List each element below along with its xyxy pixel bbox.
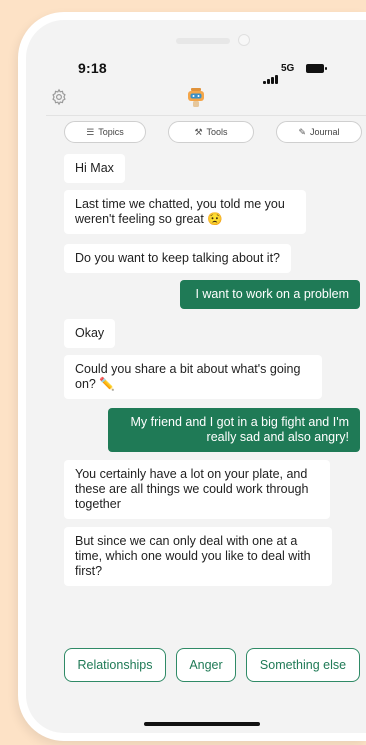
phone-frame: 9:18 5G ☰ Topics ⚒ Tools ✎ Journal Hi Ma… xyxy=(18,12,366,741)
app-screen: 9:18 5G ☰ Topics ⚒ Tools ✎ Journal Hi Ma… xyxy=(26,20,366,733)
tab-journal-label: Journal xyxy=(310,127,340,137)
pencil-square-icon: ✎ xyxy=(298,126,306,137)
bot-message: Hi Max xyxy=(64,154,125,183)
signal-icon xyxy=(263,66,279,84)
bot-message: You certainly have a lot on your plate, … xyxy=(64,460,330,519)
tab-journal[interactable]: ✎ Journal xyxy=(276,121,362,143)
bot-message: Do you want to keep talking about it? xyxy=(64,244,291,273)
bot-message: Could you share a bit about what's going… xyxy=(64,355,322,399)
battery-icon xyxy=(306,64,327,73)
bot-message: Okay xyxy=(64,319,116,348)
bot-message: But since we can only deal with one at a… xyxy=(64,527,332,586)
top-bar xyxy=(26,86,366,114)
user-message: My friend and I got in a big fight and I… xyxy=(108,408,360,452)
tab-tools[interactable]: ⚒ Tools xyxy=(168,121,254,143)
toolbox-icon: ⚒ xyxy=(194,126,203,137)
list-icon: ☰ xyxy=(86,126,95,137)
home-indicator[interactable] xyxy=(144,722,260,726)
network-label: 5G xyxy=(281,63,295,74)
tab-topics[interactable]: ☰ Topics xyxy=(64,121,146,143)
tab-tools-label: Tools xyxy=(206,127,228,137)
bot-avatar-icon xyxy=(184,86,208,110)
user-message: I want to work on a problem xyxy=(180,280,360,309)
quick-reply-anger[interactable]: Anger xyxy=(176,648,236,682)
status-time: 9:18 xyxy=(78,60,107,76)
quick-reply-something-else[interactable]: Something else xyxy=(246,648,360,682)
tab-topics-label: Topics xyxy=(98,127,124,137)
bot-message: Last time we chatted, you told me you we… xyxy=(64,190,306,234)
speaker-grille xyxy=(176,38,230,44)
header-divider xyxy=(46,115,366,116)
status-bar: 9:18 5G xyxy=(26,58,366,84)
front-camera xyxy=(238,34,250,46)
gear-icon[interactable] xyxy=(50,88,68,111)
quick-reply-relationships[interactable]: Relationships xyxy=(64,648,166,682)
